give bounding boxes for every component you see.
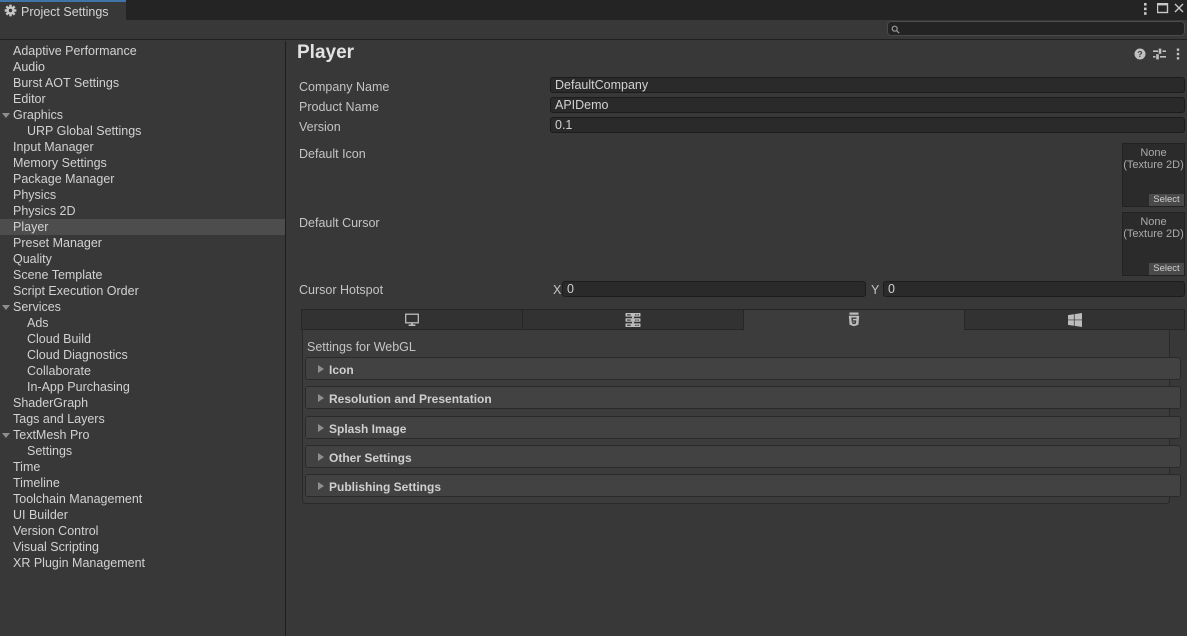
svg-text:?: ?: [1137, 49, 1142, 59]
